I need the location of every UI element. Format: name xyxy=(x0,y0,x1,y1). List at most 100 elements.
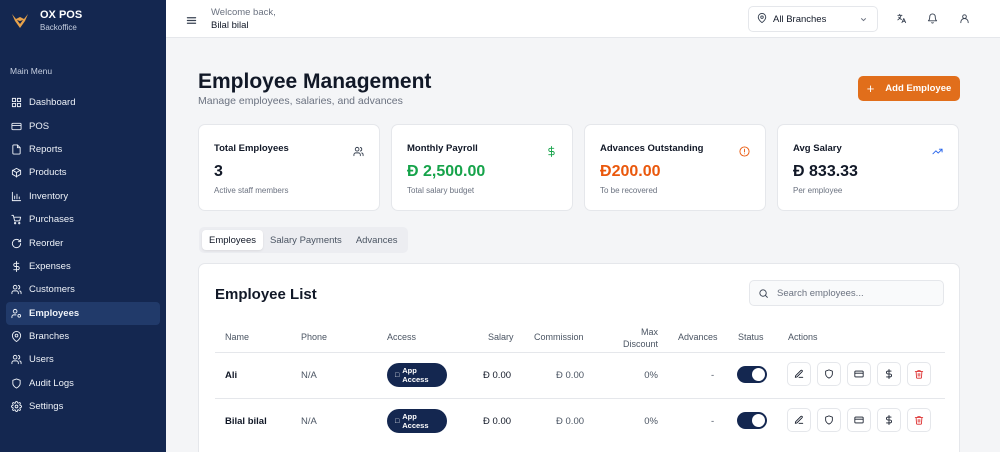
sidebar-item-products[interactable]: Products xyxy=(6,161,160,184)
stat-card-advances-outstanding: Advances Outstanding Đ200.00 To be recov… xyxy=(584,124,766,211)
refresh-icon xyxy=(10,237,22,249)
branch-select[interactable]: All Branches xyxy=(748,6,878,32)
sidebar-item-dashboard[interactable]: Dashboard xyxy=(6,91,160,114)
dollar-icon xyxy=(10,260,22,272)
currency-symbol: Đ xyxy=(556,370,563,381)
sidebar-item-reorder[interactable]: Reorder xyxy=(6,231,160,254)
card-icon xyxy=(854,370,864,378)
shield-icon xyxy=(10,377,22,389)
stat-value: 3 xyxy=(214,163,223,180)
sidebar-item-label: POS xyxy=(29,120,50,132)
sidebar-item-pos[interactable]: POS xyxy=(6,114,160,137)
salary-button[interactable] xyxy=(847,362,871,386)
currency-symbol: Đ xyxy=(556,416,563,427)
shield-icon xyxy=(825,369,833,379)
stat-value: 200.00 xyxy=(611,163,661,180)
column-header-advances: Advances xyxy=(678,332,718,342)
search-input[interactable]: Search employees... xyxy=(749,280,944,306)
tabs: Employees Salary Payments Advances xyxy=(199,227,408,253)
tab-employees[interactable]: Employees xyxy=(202,230,263,250)
card-icon xyxy=(854,416,864,424)
column-header-access: Access xyxy=(387,332,417,342)
column-header-salary: Salary xyxy=(488,332,514,342)
dollar-icon xyxy=(546,144,558,157)
bar-chart-icon xyxy=(10,190,22,202)
sidebar-item-expenses[interactable]: Expenses xyxy=(6,255,160,278)
employee-commission: 0.00 xyxy=(565,370,585,381)
sidebar-item-reports[interactable]: Reports xyxy=(6,138,160,161)
sidebar-item-settings[interactable]: Settings xyxy=(6,395,160,418)
sidebar-item-label: Reorder xyxy=(29,237,64,249)
user-icon[interactable] xyxy=(958,12,970,24)
sidebar-item-purchases[interactable]: Purchases xyxy=(6,208,160,231)
sidebar-item-audit-logs[interactable]: Audit Logs xyxy=(6,372,160,395)
add-employee-button[interactable]: + Add Employee xyxy=(858,76,960,101)
translate-icon[interactable] xyxy=(895,12,907,24)
branch-select-value: All Branches xyxy=(773,13,827,25)
edit-button[interactable] xyxy=(787,408,811,432)
chevron-down-icon xyxy=(859,15,868,27)
gear-icon xyxy=(10,401,22,413)
employee-name: Ali xyxy=(225,370,238,381)
edit-button[interactable] xyxy=(787,362,811,386)
monitor-icon: □ xyxy=(395,371,400,379)
plus-icon: + xyxy=(866,81,875,96)
sidebar-item-label: Inventory xyxy=(29,190,69,202)
status-toggle[interactable] xyxy=(737,366,767,383)
sidebar-item-customers[interactable]: Customers xyxy=(6,278,160,301)
stat-title: Advances Outstanding xyxy=(600,143,704,154)
add-employee-label: Add Employee xyxy=(885,83,952,94)
delete-button[interactable] xyxy=(907,362,931,386)
permissions-button[interactable] xyxy=(817,408,841,432)
access-badge: □ App Access xyxy=(387,363,447,387)
bell-icon[interactable] xyxy=(926,12,938,24)
column-header-phone: Phone xyxy=(301,332,328,342)
stat-subtitle: Active staff members xyxy=(214,186,289,195)
employee-max-discount: 0% xyxy=(644,370,658,381)
brand-name: OX POS xyxy=(40,8,83,21)
delete-button[interactable] xyxy=(907,408,931,432)
advance-button[interactable] xyxy=(877,408,901,432)
sidebar-item-label: Settings xyxy=(29,401,64,413)
trending-up-icon xyxy=(932,144,944,156)
permissions-button[interactable] xyxy=(817,362,841,386)
sidebar-item-label: Customers xyxy=(29,284,75,296)
sidebar-item-inventory[interactable]: Inventory xyxy=(6,185,160,208)
stat-title: Total Employees xyxy=(214,143,289,154)
access-badge: □ App Access xyxy=(387,409,447,433)
stat-card-total-employees: Total Employees 3 Active staff members xyxy=(198,124,380,211)
sidebar-item-label: Employees xyxy=(29,307,80,319)
brand[interactable]: OX POS Backoffice xyxy=(0,0,166,42)
status-toggle[interactable] xyxy=(737,412,767,429)
column-header-max-discount: Max Discount xyxy=(622,327,658,349)
edit-icon xyxy=(794,415,804,424)
sidebar-item-branches[interactable]: Branches xyxy=(6,325,160,348)
stat-title: Avg Salary xyxy=(793,143,842,154)
sidebar-item-employees[interactable]: Employees xyxy=(6,301,160,325)
dollar-icon xyxy=(886,415,892,425)
document-icon xyxy=(10,143,22,155)
sidebar: OX POS Backoffice Main Menu Dashboard PO… xyxy=(0,0,166,452)
cart-icon xyxy=(10,214,22,226)
employee-commission: 0.00 xyxy=(565,416,585,427)
advance-button[interactable] xyxy=(877,362,901,386)
sidebar-nav: Dashboard POS Reports Products Inventory… xyxy=(0,91,166,418)
sidebar-item-label: Dashboard xyxy=(29,97,76,109)
sidebar-item-label: Expenses xyxy=(29,260,71,272)
access-label: App Access xyxy=(402,412,429,430)
employee-name: Bilal bilal xyxy=(225,416,267,427)
user-cog-icon xyxy=(10,307,22,319)
access-label: App Access xyxy=(402,366,429,384)
salary-button[interactable] xyxy=(847,408,871,432)
column-header-name: Name xyxy=(225,332,250,342)
employee-phone: N/A xyxy=(301,416,317,427)
sidebar-item-label: Reports xyxy=(29,143,63,155)
employee-max-discount: 0% xyxy=(644,416,658,427)
tab-advances[interactable]: Advances xyxy=(349,230,405,250)
table-row: Bilal bilal N/A □ App Access Đ 0.00 Đ 0.0… xyxy=(215,398,945,443)
brand-sub: Backoffice xyxy=(40,22,77,32)
tab-salary-payments[interactable]: Salary Payments xyxy=(263,230,349,250)
page-title: Employee Management xyxy=(198,70,432,93)
sidebar-item-users[interactable]: Users xyxy=(6,348,160,371)
hamburger-menu-icon[interactable] xyxy=(186,13,197,24)
